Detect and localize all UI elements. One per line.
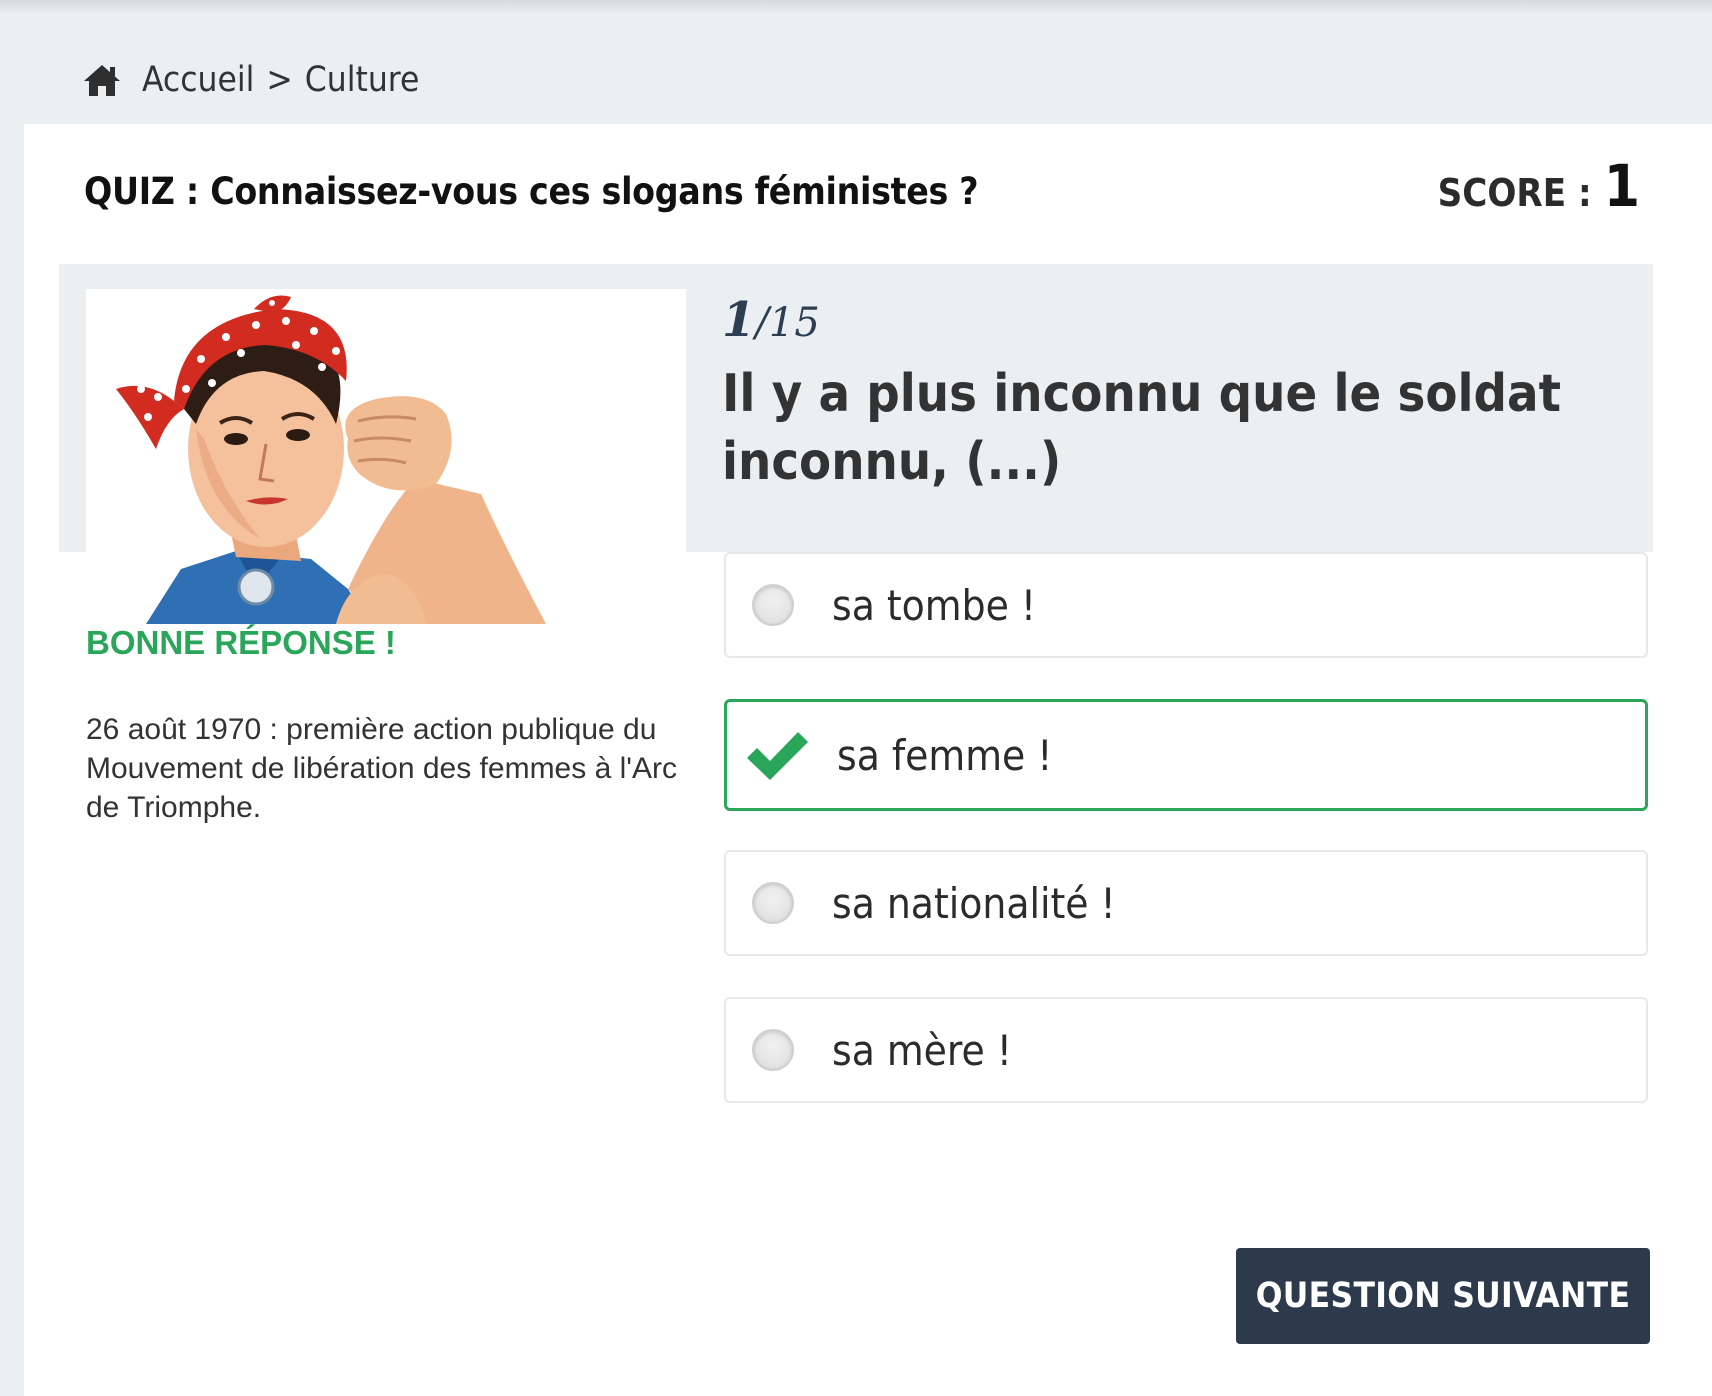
top-shadow — [0, 0, 1712, 14]
breadcrumb-separator: > — [266, 60, 293, 100]
breadcrumb-home-link[interactable]: Accueil — [142, 60, 254, 100]
answer-label: sa tombe ! — [832, 580, 1036, 630]
answer-label: sa femme ! — [837, 730, 1053, 780]
answer-label: sa mère ! — [832, 1025, 1012, 1075]
next-question-button[interactable]: QUESTION SUIVANTE — [1236, 1248, 1650, 1344]
question-number: 1 — [722, 292, 756, 348]
home-icon[interactable] — [82, 60, 122, 100]
score-value: 1 — [1603, 152, 1640, 220]
question-total: /15 — [755, 300, 820, 346]
answer-option-4[interactable]: sa mère ! — [724, 997, 1648, 1103]
answer-label: sa nationalité ! — [832, 878, 1116, 928]
score-display: SCORE : 1 — [1438, 152, 1640, 220]
question-image — [86, 289, 686, 624]
breadcrumb: Accueil > Culture — [82, 52, 419, 108]
answer-option-3[interactable]: sa nationalité ! — [724, 850, 1648, 956]
question-text: Il y a plus inconnu que le soldat inconn… — [722, 364, 1561, 492]
radio-button[interactable] — [752, 584, 794, 626]
checkmark-icon — [743, 728, 811, 782]
breadcrumb-current-link[interactable]: Culture — [305, 60, 420, 100]
quiz-title: QUIZ : Connaissez-vous ces slogans fémin… — [84, 170, 979, 213]
answer-option-1[interactable]: sa tombe ! — [724, 552, 1648, 658]
radio-button[interactable] — [752, 882, 794, 924]
question-counter: 1/15 — [722, 292, 820, 348]
quiz-card: QUIZ : Connaissez-vous ces slogans fémin… — [24, 124, 1712, 1396]
answer-option-2[interactable]: sa femme ! — [724, 699, 1648, 811]
feedback-explanation: 26 août 1970 : première action publique … — [86, 713, 677, 824]
score-label: SCORE : — [1437, 171, 1592, 215]
rosie-the-riveter-illustration — [116, 295, 546, 624]
feedback-status: BONNE RÉPONSE ! — [86, 624, 396, 661]
radio-button[interactable] — [752, 1029, 794, 1071]
